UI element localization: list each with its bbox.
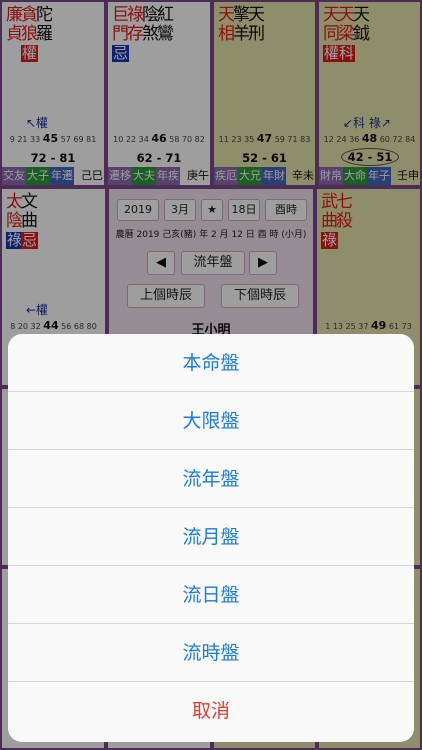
option-annual-chart[interactable]: 流年盤 <box>8 450 414 508</box>
option-monthly-chart[interactable]: 流月盤 <box>8 508 414 566</box>
cancel-button[interactable]: 取消 <box>8 682 414 740</box>
option-decade-chart[interactable]: 大限盤 <box>8 392 414 450</box>
action-sheet: 本命盤 大限盤 流年盤 流月盤 流日盤 流時盤 取消 <box>8 334 414 742</box>
option-hourly-chart[interactable]: 流時盤 <box>8 624 414 682</box>
option-daily-chart[interactable]: 流日盤 <box>8 566 414 624</box>
option-natal-chart[interactable]: 本命盤 <box>8 334 414 392</box>
